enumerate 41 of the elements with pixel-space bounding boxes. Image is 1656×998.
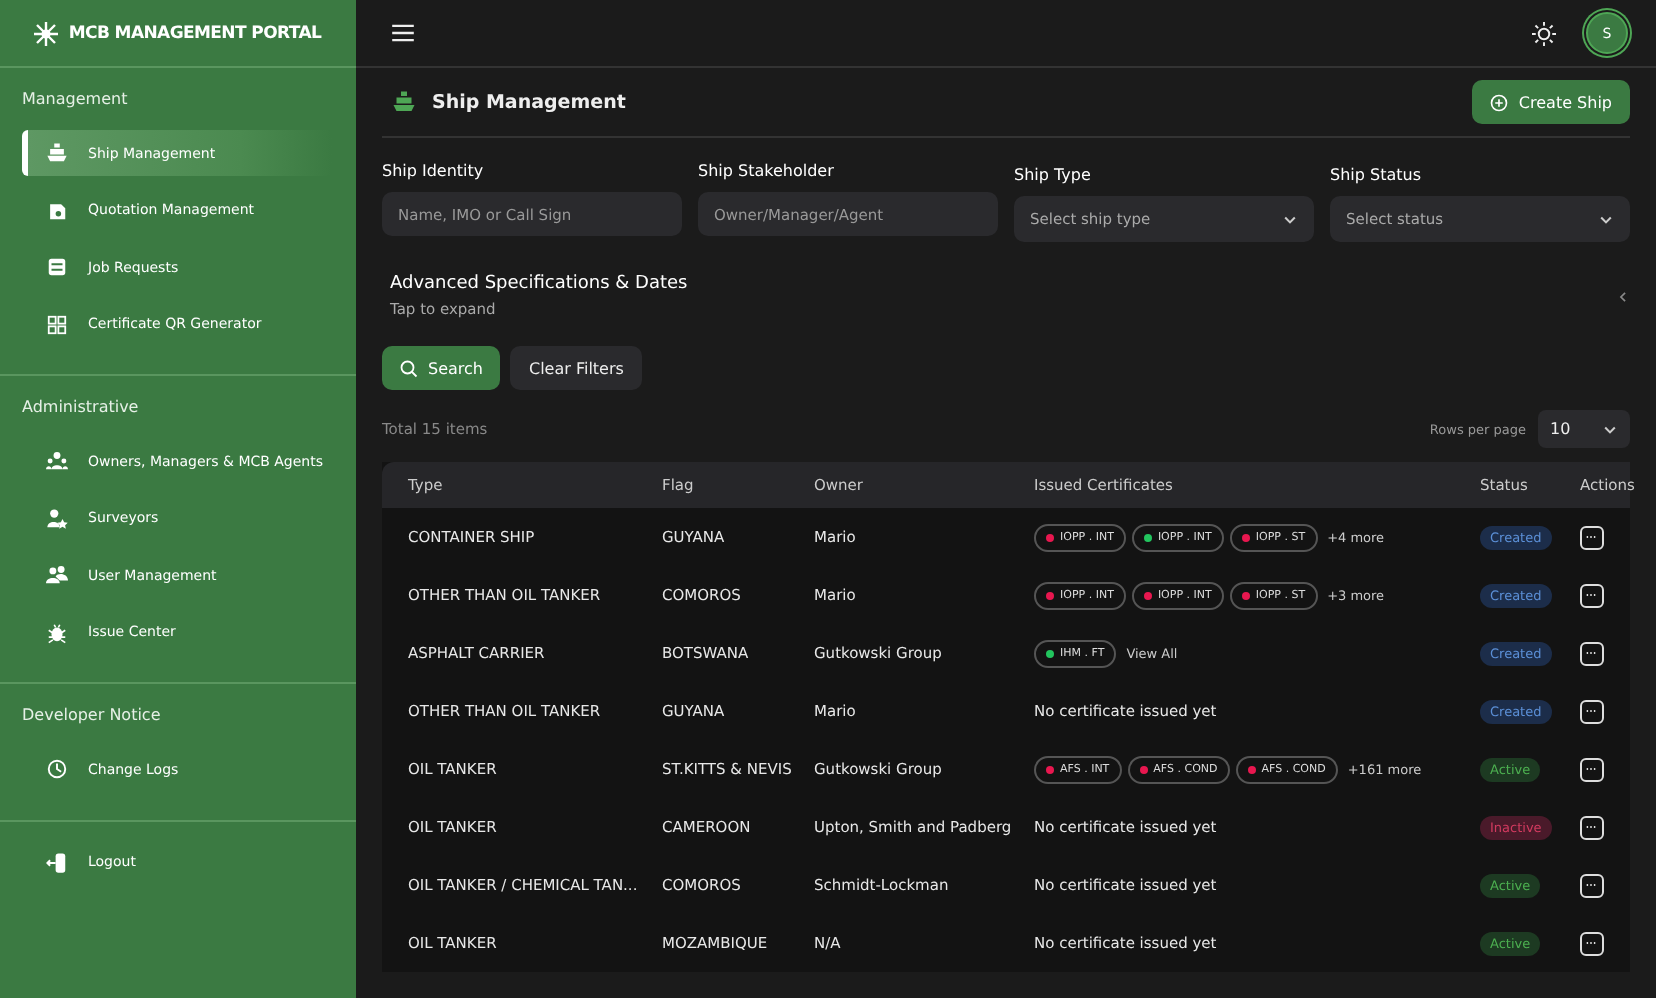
section-title: Developer Notice [22, 704, 163, 728]
chevron-down-icon [1282, 211, 1298, 227]
menu-icon[interactable] [392, 24, 414, 42]
logo-icon [34, 21, 59, 45]
sun-icon[interactable] [1532, 21, 1556, 45]
grid-icon [46, 313, 68, 335]
document-icon [46, 199, 68, 221]
search-icon [400, 359, 418, 377]
more-actions-button[interactable] [1580, 873, 1604, 897]
list-icon [46, 256, 68, 278]
clear-filters-button[interactable]: Clear Filters [510, 346, 642, 390]
search-button[interactable]: Search [382, 346, 501, 390]
more-actions-button[interactable] [1580, 583, 1604, 607]
page-title: Ship Management [432, 91, 626, 113]
users-icon [46, 564, 68, 586]
plus-circle-icon [1490, 93, 1509, 111]
rows-per-page-dropdown[interactable]: 10 [1538, 410, 1630, 448]
section-title: Administrative [22, 396, 141, 420]
field-label: Ship Stakeholder [698, 162, 836, 180]
more-actions-button[interactable] [1580, 815, 1604, 839]
create-ship-button[interactable]: Create Ship [1472, 80, 1630, 124]
ship-icon [392, 90, 416, 114]
panel-title: Advanced Specifications & Dates [390, 274, 688, 294]
ship-icon [46, 142, 68, 164]
more-actions-button[interactable] [1580, 525, 1604, 549]
field-label: Ship Identity [382, 162, 486, 180]
more-actions-button[interactable] [1580, 699, 1604, 723]
chevron-down-icon [1602, 421, 1618, 437]
group-icon [46, 450, 68, 472]
more-actions-button[interactable] [1580, 757, 1604, 781]
portal-title: MCB MANAGEMENT PORTAL [68, 23, 322, 43]
field-label: Ship Type [1014, 166, 1093, 184]
bug-icon [46, 621, 68, 643]
chevron-down-icon [1598, 211, 1614, 227]
clock-icon [46, 758, 68, 780]
section-title: Management [22, 88, 130, 112]
more-actions-button[interactable] [1580, 641, 1604, 665]
person-star-icon [46, 507, 68, 529]
field-label: Ship Status [1330, 166, 1423, 184]
more-actions-button[interactable] [1580, 931, 1604, 955]
logout-icon [46, 851, 68, 873]
